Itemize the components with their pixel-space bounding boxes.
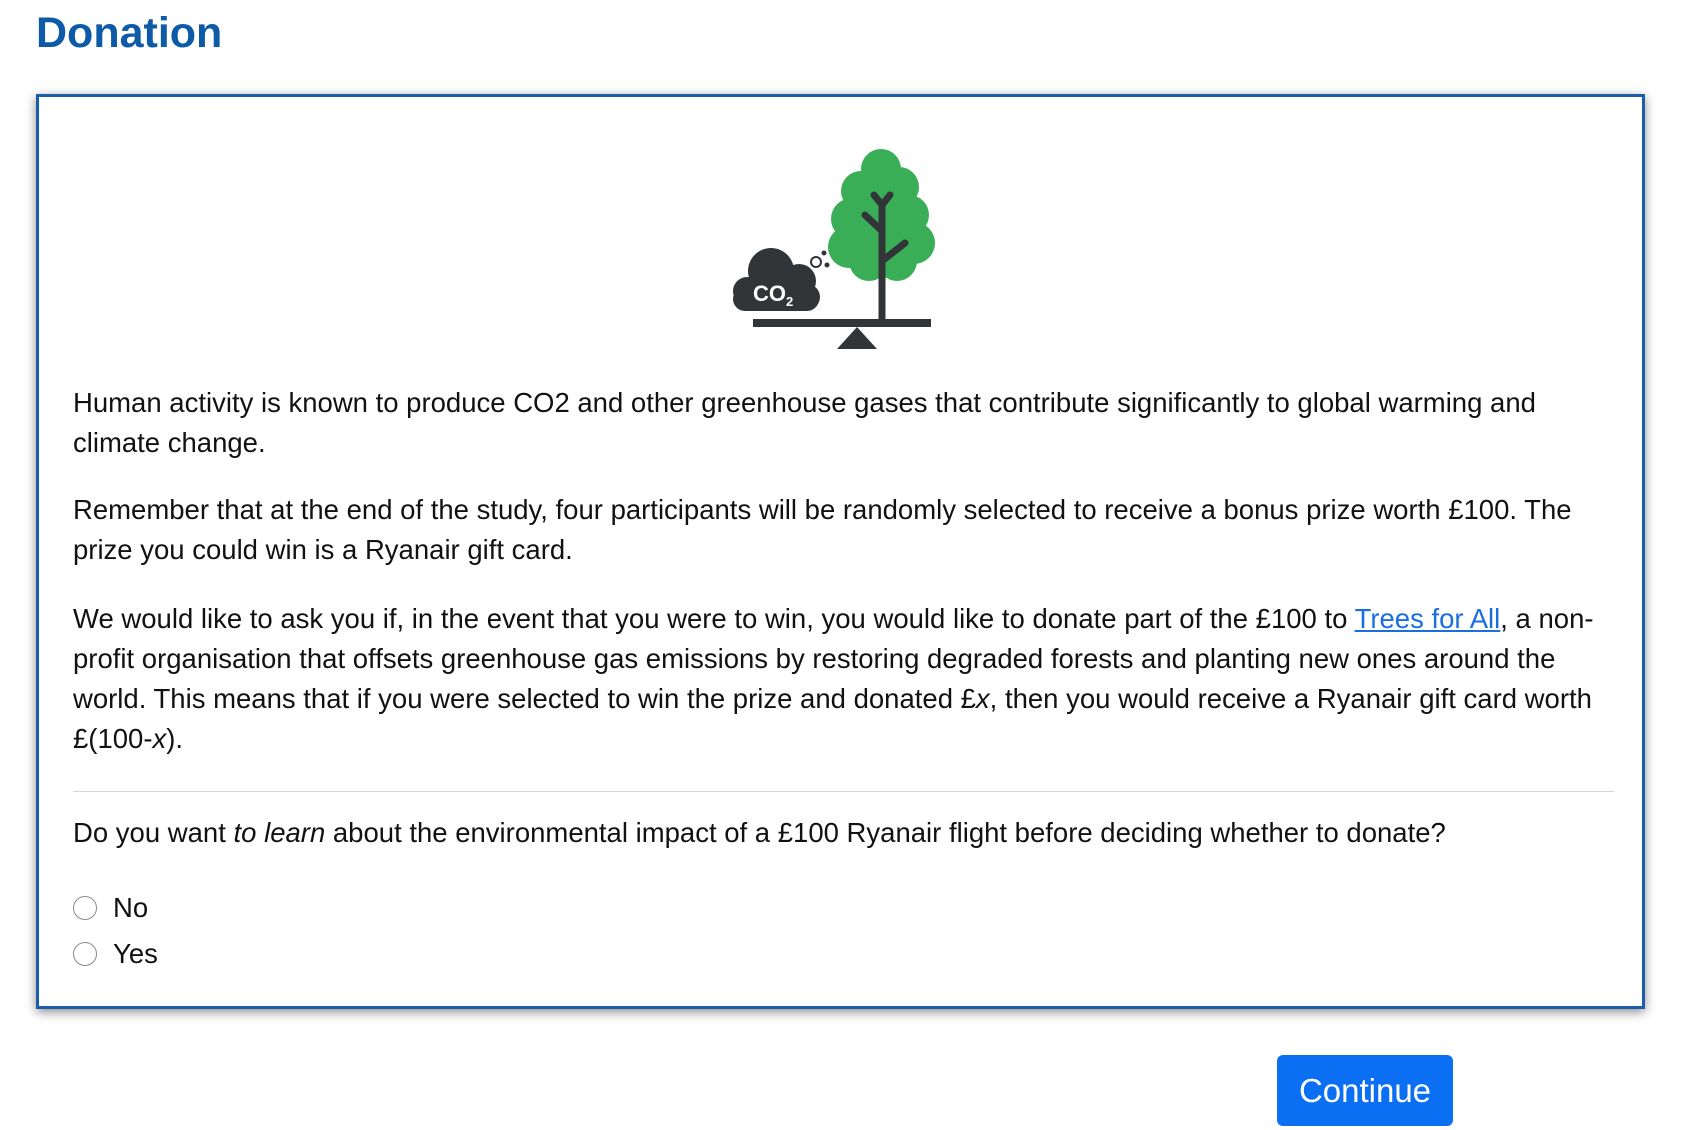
question-text-end: about the environmental impact of a £100… bbox=[325, 817, 1446, 848]
variable-x: x bbox=[975, 683, 990, 714]
co2-tree-balance-illustration: CO2 bbox=[733, 149, 935, 349]
donation-text-start: We would like to ask you if, in the even… bbox=[73, 603, 1355, 634]
radio-yes[interactable] bbox=[73, 942, 97, 966]
donation-text-end: ). bbox=[166, 723, 184, 754]
co2-cloud-icon: CO2 bbox=[733, 248, 830, 311]
tree-icon bbox=[828, 149, 935, 323]
section-divider bbox=[73, 791, 1614, 792]
option-yes-label: Yes bbox=[113, 938, 158, 969]
option-no[interactable]: No bbox=[73, 888, 148, 928]
question-emphasis: to learn bbox=[233, 817, 326, 848]
radio-no[interactable] bbox=[73, 896, 97, 920]
intro-paragraph: Human activity is known to produce CO2 a… bbox=[73, 387, 1536, 458]
option-yes[interactable]: Yes bbox=[73, 934, 158, 974]
continue-button[interactable]: Continue bbox=[1277, 1055, 1453, 1126]
learn-question: Do you want to learn about the environme… bbox=[73, 813, 1603, 853]
page-title: Donation bbox=[36, 9, 223, 57]
question-text-start: Do you want bbox=[73, 817, 234, 848]
trees-for-all-link[interactable]: Trees for All bbox=[1355, 603, 1501, 634]
donation-card: CO2 Human activity is known to produce C… bbox=[36, 94, 1645, 1009]
balance-scale-icon bbox=[753, 319, 931, 349]
donation-paragraph: We would like to ask you if, in the even… bbox=[73, 599, 1603, 759]
prize-paragraph: Remember that at the end of the study, f… bbox=[73, 494, 1572, 565]
option-no-label: No bbox=[113, 892, 149, 923]
variable-x: x bbox=[152, 723, 167, 754]
